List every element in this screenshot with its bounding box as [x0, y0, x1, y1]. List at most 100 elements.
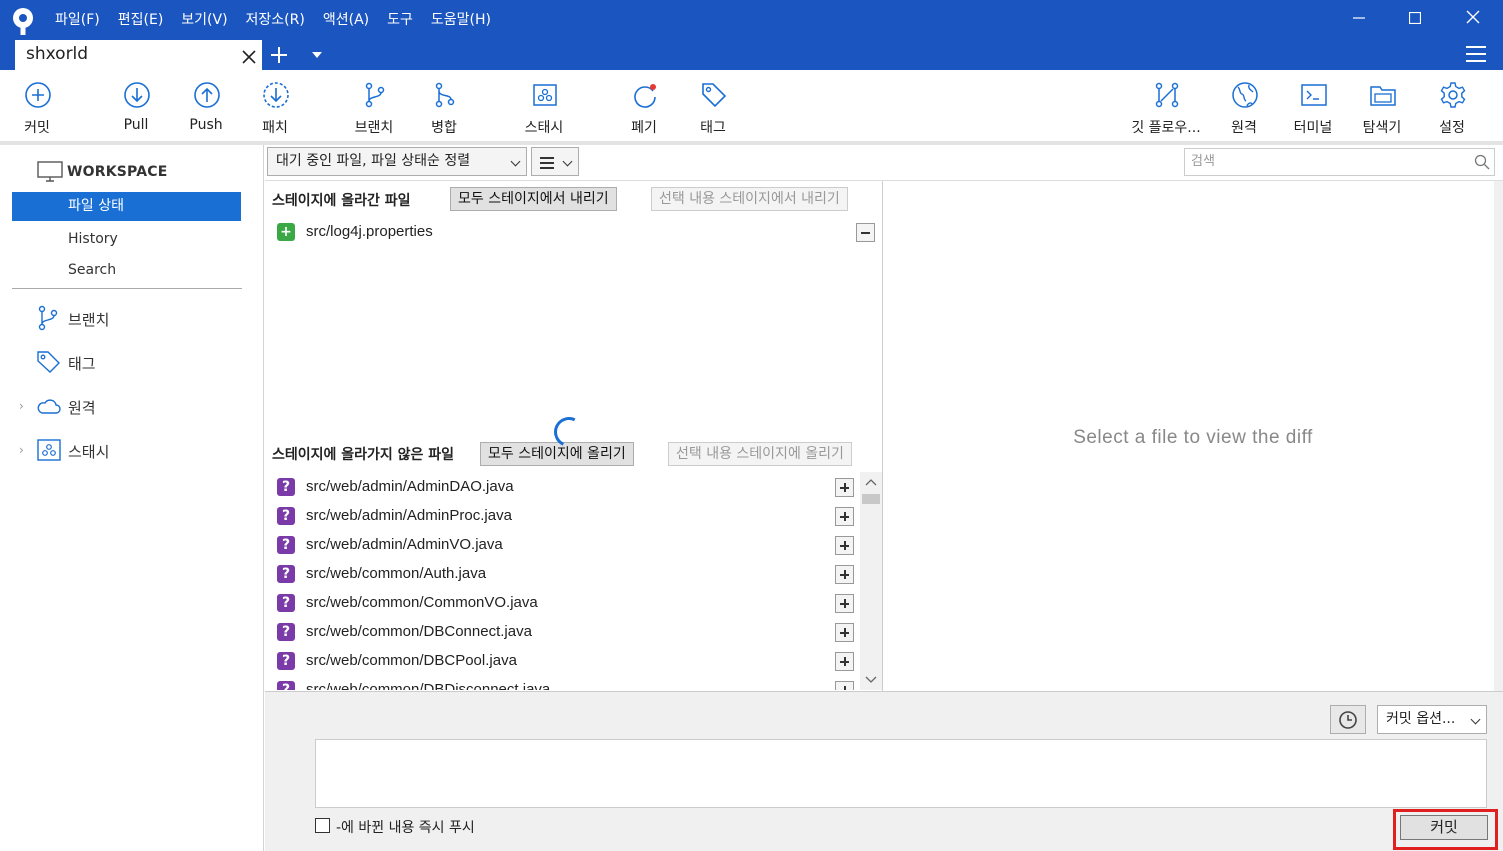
- scrollbar-thumb[interactable]: [862, 494, 880, 504]
- file-row[interactable]: ? src/web/admin/AdminProc.java: [265, 502, 865, 531]
- tag-icon: [37, 351, 60, 373]
- unstaged-file-list: ? src/web/admin/AdminDAO.java ? src/web/…: [265, 472, 882, 690]
- minimize-button[interactable]: [1334, 5, 1384, 33]
- patch-button[interactable]: 패치: [240, 70, 310, 141]
- stage-file-plus-icon[interactable]: [835, 623, 854, 642]
- hamburger-menu-icon[interactable]: [1466, 46, 1486, 67]
- title-bar: 파일(F) 편집(E) 보기(V) 저장소(R) 액션(A) 도구 도움말(H)…: [0, 0, 1503, 70]
- search-placeholder: 검색: [1191, 154, 1215, 169]
- menu-edit[interactable]: 편집(E): [109, 9, 173, 29]
- search-icon: [1474, 154, 1490, 170]
- file-untracked-icon: ?: [277, 536, 295, 554]
- stage-file-plus-icon[interactable]: [835, 681, 854, 690]
- workspace-title: WORKSPACE: [67, 164, 168, 180]
- commit-options-dropdown[interactable]: 커밋 옵션...: [1377, 705, 1487, 734]
- git-flow-icon: [1155, 82, 1179, 108]
- terminal-icon: [1301, 84, 1327, 106]
- commit-button[interactable]: 커밋: [1400, 815, 1488, 840]
- monitor-icon: [37, 161, 63, 182]
- tab-list-dropdown-icon[interactable]: [312, 52, 322, 58]
- file-path: src/web/admin/AdminVO.java: [306, 536, 503, 553]
- new-tab-button[interactable]: [270, 40, 288, 71]
- file-row[interactable]: ? src/web/admin/AdminDAO.java: [265, 473, 865, 502]
- file-row[interactable]: ? src/web/common/Auth.java: [265, 560, 865, 589]
- file-untracked-icon: ?: [277, 623, 295, 641]
- file-row[interactable]: ? src/web/common/CommonVO.java: [265, 589, 865, 618]
- settings-button[interactable]: 설정: [1417, 70, 1487, 141]
- unstage-all-button[interactable]: 모두 스테이지에서 내리기: [450, 187, 617, 211]
- repo-tab-label: shxorld: [26, 44, 89, 64]
- sidebar-group-stashes[interactable]: 스태시: [36, 437, 236, 463]
- stage-file-plus-icon[interactable]: [835, 594, 854, 613]
- stage-selected-button[interactable]: 선택 내용 스테이지에 올리기: [668, 442, 852, 466]
- file-untracked-icon: ?: [277, 681, 295, 690]
- close-icon: [1466, 10, 1480, 24]
- stage-file-plus-icon[interactable]: [835, 536, 854, 555]
- search-input[interactable]: 검색: [1184, 148, 1495, 176]
- stage-file-plus-icon[interactable]: [835, 652, 854, 671]
- tab-close-icon[interactable]: [242, 42, 256, 69]
- file-untracked-icon: ?: [277, 652, 295, 670]
- commit-message-input[interactable]: [315, 739, 1487, 808]
- menu-actions[interactable]: 액션(A): [314, 9, 378, 29]
- chevron-right-icon[interactable]: ›: [19, 399, 24, 413]
- sidebar-group-remotes-label: 원격: [68, 399, 96, 417]
- sidebar-item-file-status[interactable]: 파일 상태: [12, 192, 241, 221]
- sidebar-item-search[interactable]: Search: [12, 256, 241, 285]
- stash-icon: [37, 439, 61, 461]
- unstage-file-minus-icon[interactable]: [856, 223, 875, 242]
- chevron-down-icon: [865, 676, 877, 683]
- close-window-button[interactable]: [1448, 5, 1498, 33]
- staged-title: 스테이지에 올라간 파일: [272, 193, 411, 209]
- commit-options-label: 커밋 옵션...: [1386, 711, 1456, 727]
- sort-dropdown[interactable]: 대기 중인 파일, 파일 상태순 정렬: [267, 147, 527, 176]
- menu-file[interactable]: 파일(F): [46, 9, 109, 29]
- merge-button[interactable]: 병합: [409, 70, 479, 141]
- file-row[interactable]: ? src/web/common/DBCPool.java: [265, 647, 865, 676]
- menu-tools[interactable]: 도구: [378, 9, 422, 29]
- sidebar-group-branches[interactable]: 브랜치: [36, 305, 236, 331]
- menu-view[interactable]: 보기(V): [172, 9, 236, 29]
- sidebar-item-history[interactable]: History: [12, 225, 241, 254]
- file-row[interactable]: ? src/web/common/DBConnect.java: [265, 618, 865, 647]
- diff-scrollbar[interactable]: [1494, 181, 1503, 691]
- maximize-button[interactable]: [1390, 5, 1440, 33]
- branch-icon: [38, 305, 58, 331]
- chevron-up-icon: [865, 479, 877, 486]
- stage-file-plus-icon[interactable]: [835, 507, 854, 526]
- commit-toolbar-button[interactable]: 커밋: [2, 70, 72, 141]
- file-row[interactable]: ? src/web/admin/AdminVO.java: [265, 531, 865, 560]
- view-mode-dropdown[interactable]: [531, 147, 579, 176]
- merge-label: 병합: [431, 120, 457, 136]
- patch-label: 패치: [262, 120, 288, 136]
- unstage-selected-button[interactable]: 선택 내용 스테이지에서 내리기: [651, 187, 848, 211]
- file-untracked-icon: ?: [277, 565, 295, 583]
- file-path: src/web/admin/AdminProc.java: [306, 507, 512, 524]
- stash-button[interactable]: 스태시: [509, 70, 579, 141]
- list-view-icon: [540, 157, 554, 172]
- commit-history-button[interactable]: [1330, 705, 1366, 734]
- git-flow-button[interactable]: 깃 플로우...: [1131, 70, 1201, 141]
- stage-file-plus-icon[interactable]: [835, 565, 854, 584]
- unstaged-scrollbar[interactable]: [860, 472, 882, 690]
- sidebar-group-stashes-label: 스태시: [68, 443, 110, 461]
- push-immediately-checkbox[interactable]: [315, 818, 330, 833]
- tag-button[interactable]: 태그: [678, 70, 748, 141]
- sidebar-group-remotes[interactable]: 원격: [36, 393, 236, 419]
- sidebar-group-tags[interactable]: 태그: [36, 349, 236, 375]
- file-path: src/web/common/DBCPool.java: [306, 652, 517, 669]
- file-path: src/web/common/DBDisconnect.java: [306, 681, 551, 690]
- cloud-icon: [37, 399, 61, 414]
- menu-help[interactable]: 도움말(H): [422, 9, 500, 29]
- push-immediately-label: -에 바뀐 내용 즉시 푸시: [336, 820, 475, 836]
- stage-all-button[interactable]: 모두 스테이지에 올리기: [480, 442, 634, 466]
- chevron-down-icon: [562, 156, 573, 167]
- chevron-right-icon[interactable]: ›: [19, 443, 24, 457]
- file-path: src/log4j.properties: [306, 223, 433, 240]
- file-path: src/web/admin/AdminDAO.java: [306, 478, 514, 495]
- menu-repository[interactable]: 저장소(R): [237, 9, 314, 29]
- stage-file-plus-icon[interactable]: [835, 478, 854, 497]
- repo-tab[interactable]: shxorld: [15, 40, 262, 70]
- file-row[interactable]: ? src/web/common/DBDisconnect.java: [265, 676, 865, 690]
- file-row[interactable]: + src/log4j.properties: [265, 218, 875, 247]
